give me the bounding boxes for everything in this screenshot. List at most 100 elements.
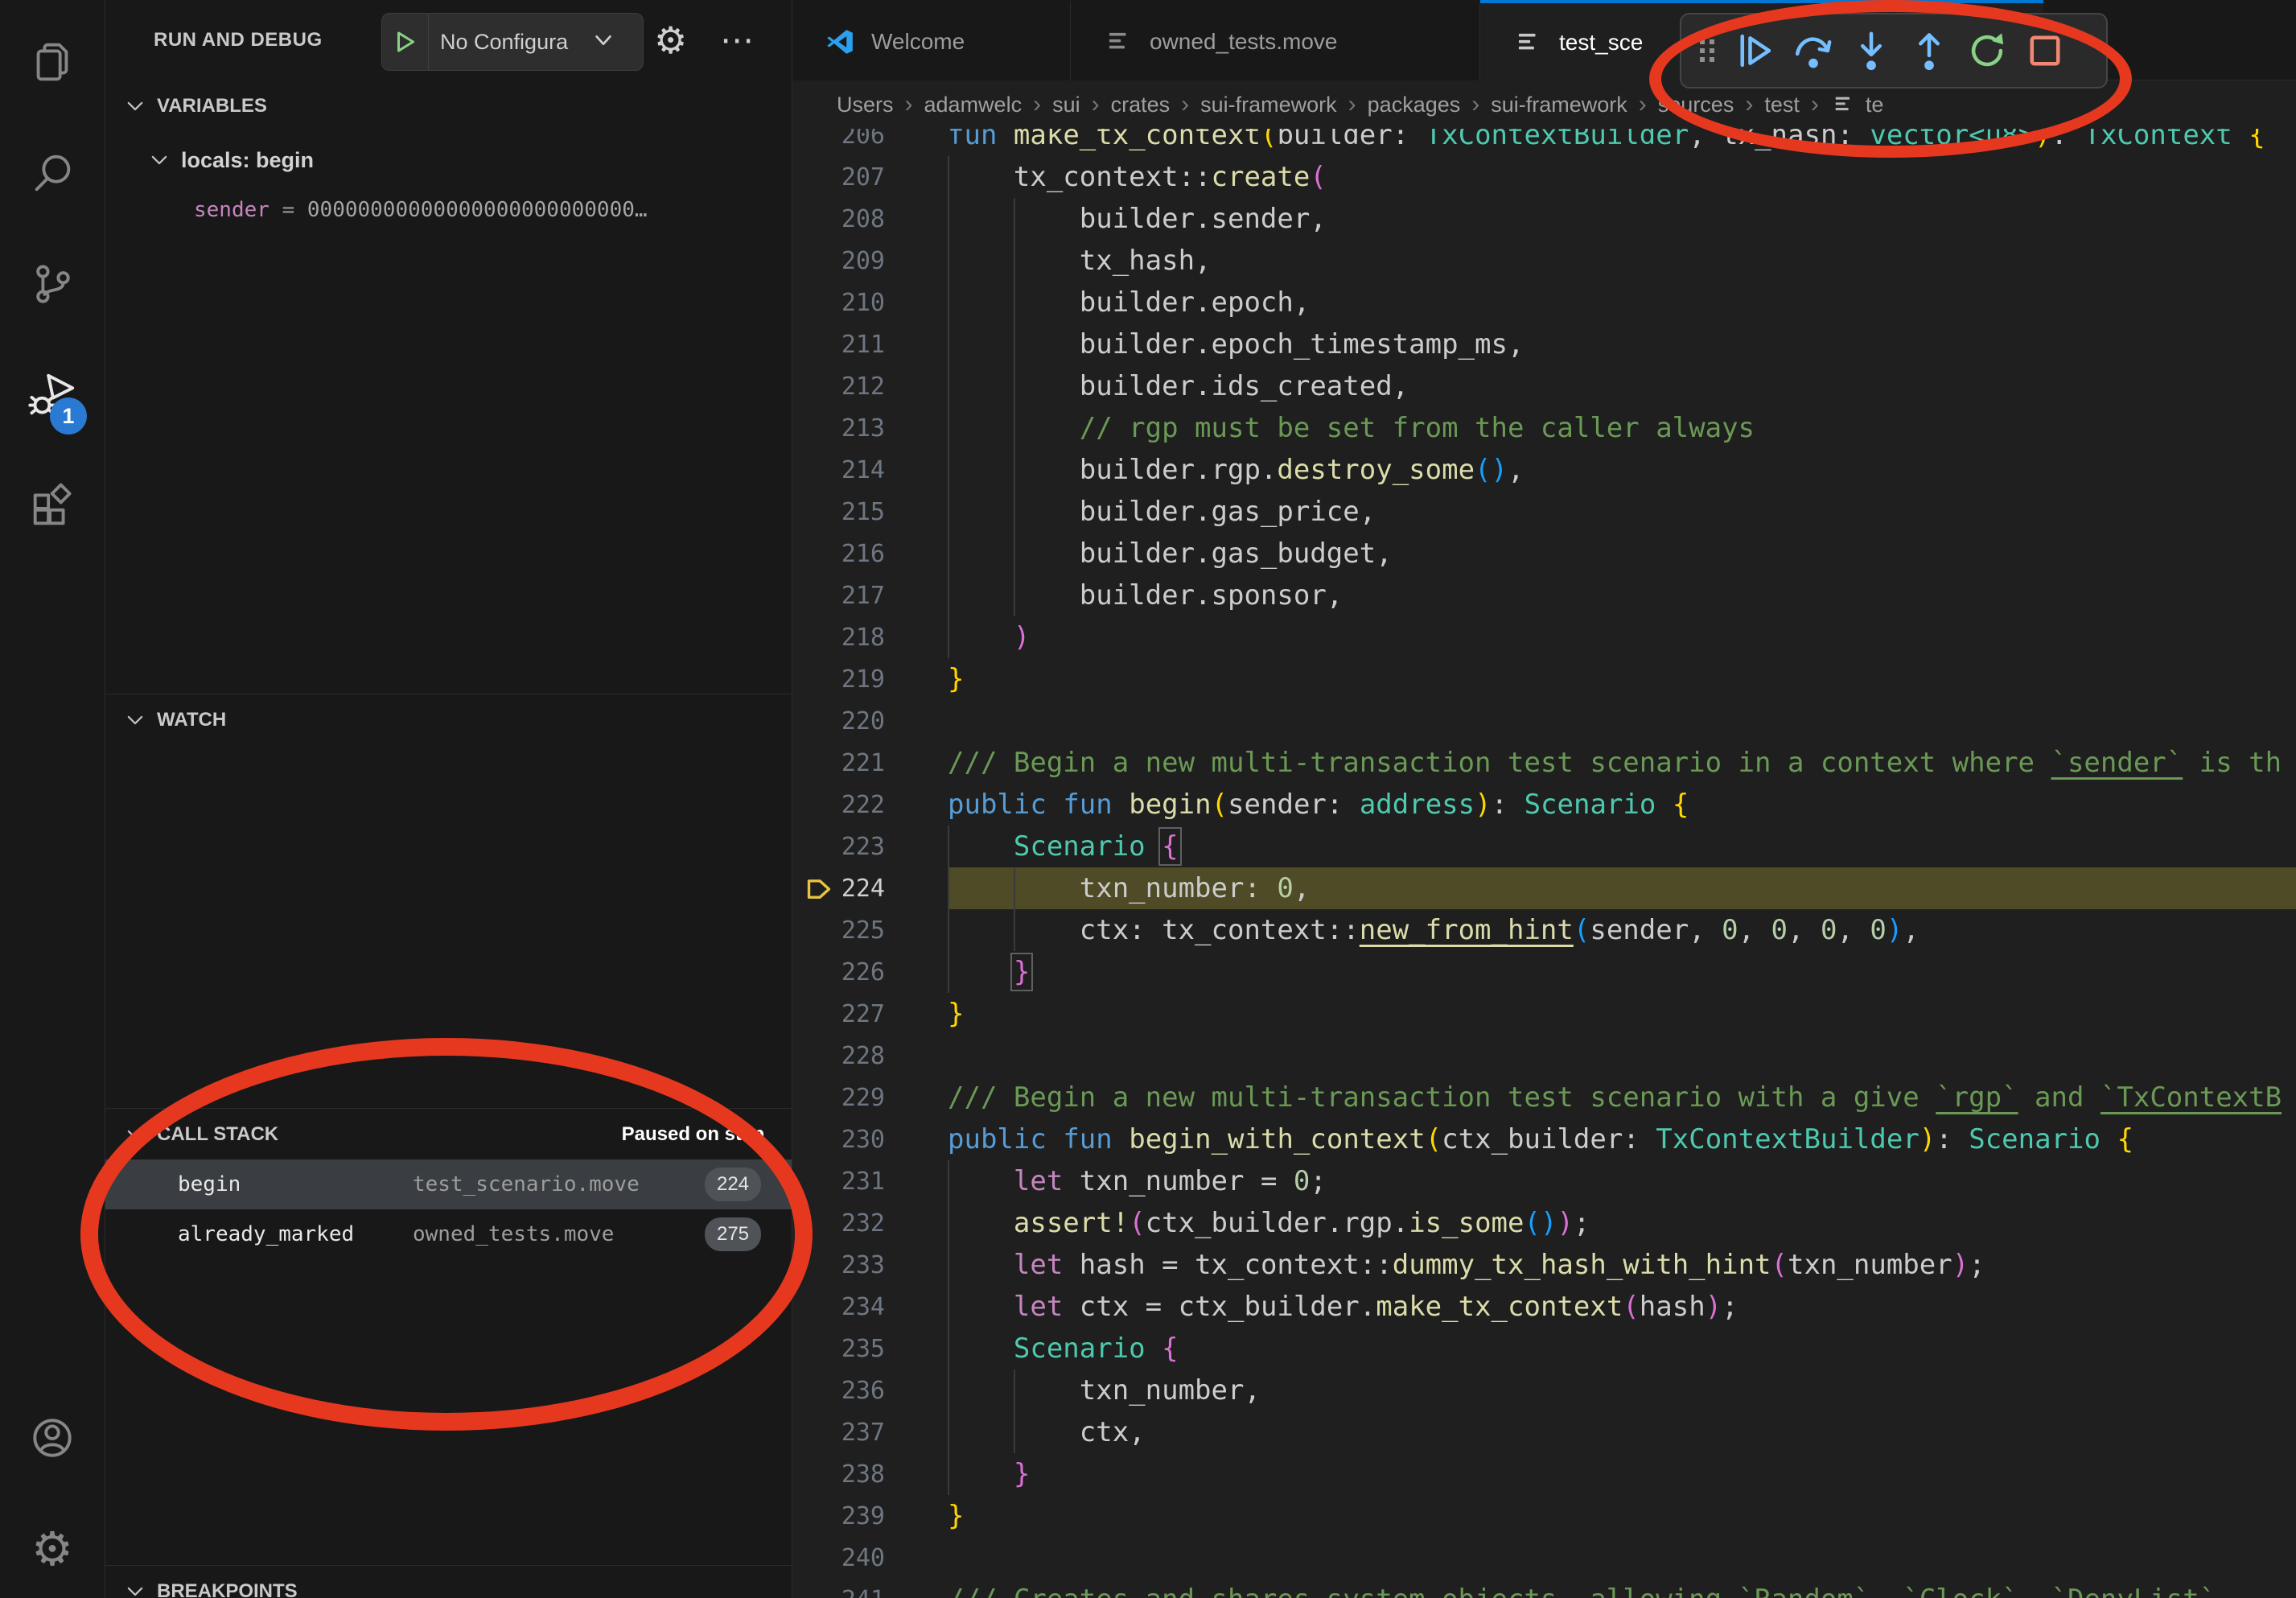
editor-line[interactable]: 233 let hash = tx_context::dummy_tx_hash… (792, 1244, 2296, 1286)
activity-debug-icon[interactable]: 1 (0, 340, 105, 451)
editor-line[interactable]: 236 txn_number, (792, 1369, 2296, 1411)
breadcrumb-item[interactable]: adamwelc (924, 93, 1023, 117)
editor-line[interactable]: 240 (792, 1537, 2296, 1579)
line-number[interactable]: 235 (792, 1328, 948, 1369)
editor-line[interactable]: 238 } (792, 1453, 2296, 1495)
call-stack-section-header[interactable]: CALL STACK Paused on step (105, 1108, 792, 1159)
debug-settings-gear-icon[interactable]: ⚙ (654, 0, 687, 80)
editor-line[interactable]: 211 builder.epoch_timestamp_ms, (792, 323, 2296, 365)
breadcrumb-item[interactable]: te (1866, 93, 1884, 117)
breadcrumb-item[interactable]: test (1764, 93, 1800, 117)
breadcrumb-item[interactable]: sui-framework (1491, 93, 1627, 117)
editor-line[interactable]: 230public fun begin_with_context(ctx_bui… (792, 1118, 2296, 1160)
breadcrumb-item[interactable]: sui (1052, 93, 1080, 117)
variable-row[interactable]: sender = 00000000000000000000000000… (105, 185, 792, 235)
activity-settings-gear-icon[interactable]: ⚙ (0, 1493, 105, 1598)
code-editor[interactable]: 206fun make_tx_context(builder: TxContex… (792, 114, 2296, 1598)
line-number[interactable]: 217 (792, 575, 948, 616)
step-out-button[interactable] (1900, 17, 1958, 84)
line-number[interactable]: 229 (792, 1077, 948, 1118)
start-debug-icon[interactable] (382, 14, 429, 70)
editor-line[interactable]: 241/// Creates and shares system objects… (792, 1579, 2296, 1598)
line-number[interactable]: 221 (792, 742, 948, 784)
line-number[interactable]: 207 (792, 156, 948, 198)
line-number[interactable]: 224 (792, 867, 948, 909)
toolbar-drag-handle[interactable] (1689, 17, 1726, 84)
restart-button[interactable] (1958, 17, 2016, 84)
line-number[interactable]: 211 (792, 323, 948, 365)
breadcrumb-item[interactable]: sui-framework (1200, 93, 1337, 117)
line-number[interactable]: 230 (792, 1118, 948, 1160)
activity-search-icon[interactable] (0, 117, 105, 229)
line-number[interactable]: 208 (792, 198, 948, 240)
line-number[interactable]: 241 (792, 1579, 948, 1598)
editor-line[interactable]: 224 txn_number: 0, (792, 867, 2296, 909)
line-number[interactable]: 226 (792, 951, 948, 993)
tab-owned-tests-move[interactable]: owned_tests.move (1071, 0, 1480, 80)
activity-files-icon[interactable] (0, 6, 105, 117)
variables-section-header[interactable]: VARIABLES (105, 80, 792, 132)
line-number[interactable]: 220 (792, 700, 948, 742)
line-number[interactable]: 239 (792, 1495, 948, 1537)
line-number[interactable]: 227 (792, 993, 948, 1035)
editor-line[interactable]: 223 Scenario { (792, 826, 2296, 867)
line-number[interactable]: 212 (792, 365, 948, 407)
line-number[interactable]: 216 (792, 533, 948, 575)
editor-line[interactable]: 209 tx_hash, (792, 240, 2296, 282)
editor-line[interactable]: 231 let txn_number = 0; (792, 1160, 2296, 1202)
step-into-button[interactable] (1842, 17, 1900, 84)
line-number[interactable]: 238 (792, 1453, 948, 1495)
line-number[interactable]: 210 (792, 282, 948, 323)
breadcrumb-item[interactable]: packages (1368, 93, 1461, 117)
line-number[interactable]: 223 (792, 826, 948, 867)
line-number[interactable]: 237 (792, 1411, 948, 1453)
editor-line[interactable]: 229/// Begin a new multi-transaction tes… (792, 1077, 2296, 1118)
call-stack-frame[interactable]: already_markedowned_tests.move275 (105, 1209, 792, 1259)
line-number[interactable]: 225 (792, 909, 948, 951)
line-number[interactable]: 218 (792, 616, 948, 658)
line-number[interactable]: 240 (792, 1537, 948, 1579)
editor-line[interactable]: 221/// Begin a new multi-transaction tes… (792, 742, 2296, 784)
editor-line[interactable]: 232 assert!(ctx_builder.rgp.is_some()); (792, 1202, 2296, 1244)
editor-line[interactable]: 235 Scenario { (792, 1328, 2296, 1369)
line-number[interactable]: 234 (792, 1286, 948, 1328)
line-number[interactable]: 222 (792, 784, 948, 826)
call-stack-frame[interactable]: begintest_scenario.move224 (105, 1159, 792, 1209)
editor-line[interactable]: 237 ctx, (792, 1411, 2296, 1453)
editor-line[interactable]: 220 (792, 700, 2296, 742)
editor-line[interactable]: 227} (792, 993, 2296, 1035)
editor-line[interactable]: 239} (792, 1495, 2296, 1537)
line-number[interactable]: 209 (792, 240, 948, 282)
variables-scope-row[interactable]: locals: begin (105, 135, 792, 185)
breadcrumb-item[interactable]: sources (1658, 93, 1734, 117)
line-number[interactable]: 228 (792, 1035, 948, 1077)
editor-line[interactable]: 222public fun begin(sender: address): Sc… (792, 784, 2296, 826)
stop-button[interactable] (2016, 17, 2074, 84)
editor-line[interactable]: 213 // rgp must be set from the caller a… (792, 407, 2296, 449)
editor-line[interactable]: 212 builder.ids_created, (792, 365, 2296, 407)
editor-line[interactable]: 207 tx_context::create( (792, 156, 2296, 198)
line-number[interactable]: 232 (792, 1202, 948, 1244)
line-number[interactable]: 215 (792, 491, 948, 533)
watch-section-header[interactable]: WATCH (105, 694, 792, 745)
editor-line[interactable]: 216 builder.gas_budget, (792, 533, 2296, 575)
line-number[interactable]: 213 (792, 407, 948, 449)
editor-line[interactable]: 219} (792, 658, 2296, 700)
editor-line[interactable]: 214 builder.rgp.destroy_some(), (792, 449, 2296, 491)
debug-launch-dropdown[interactable]: No Configura (381, 13, 644, 71)
line-number[interactable]: 231 (792, 1160, 948, 1202)
tab-welcome[interactable]: Welcome (792, 0, 1071, 80)
line-number[interactable]: 233 (792, 1244, 948, 1286)
editor-line[interactable]: 210 builder.epoch, (792, 282, 2296, 323)
breadcrumb-item[interactable]: Users (837, 93, 894, 117)
editor-line[interactable]: 234 let ctx = ctx_builder.make_tx_contex… (792, 1286, 2296, 1328)
editor-line[interactable]: 218 ) (792, 616, 2296, 658)
editor-line[interactable]: 225 ctx: tx_context::new_from_hint(sende… (792, 909, 2296, 951)
line-number[interactable]: 214 (792, 449, 948, 491)
more-actions-icon[interactable]: ⋯ (720, 0, 754, 80)
line-number[interactable]: 219 (792, 658, 948, 700)
editor-line[interactable]: 226 } (792, 951, 2296, 993)
activity-source-control-icon[interactable] (0, 229, 105, 340)
breakpoints-section-header[interactable]: BREAKPOINTS (105, 1565, 792, 1598)
activity-account-icon[interactable] (0, 1382, 105, 1493)
